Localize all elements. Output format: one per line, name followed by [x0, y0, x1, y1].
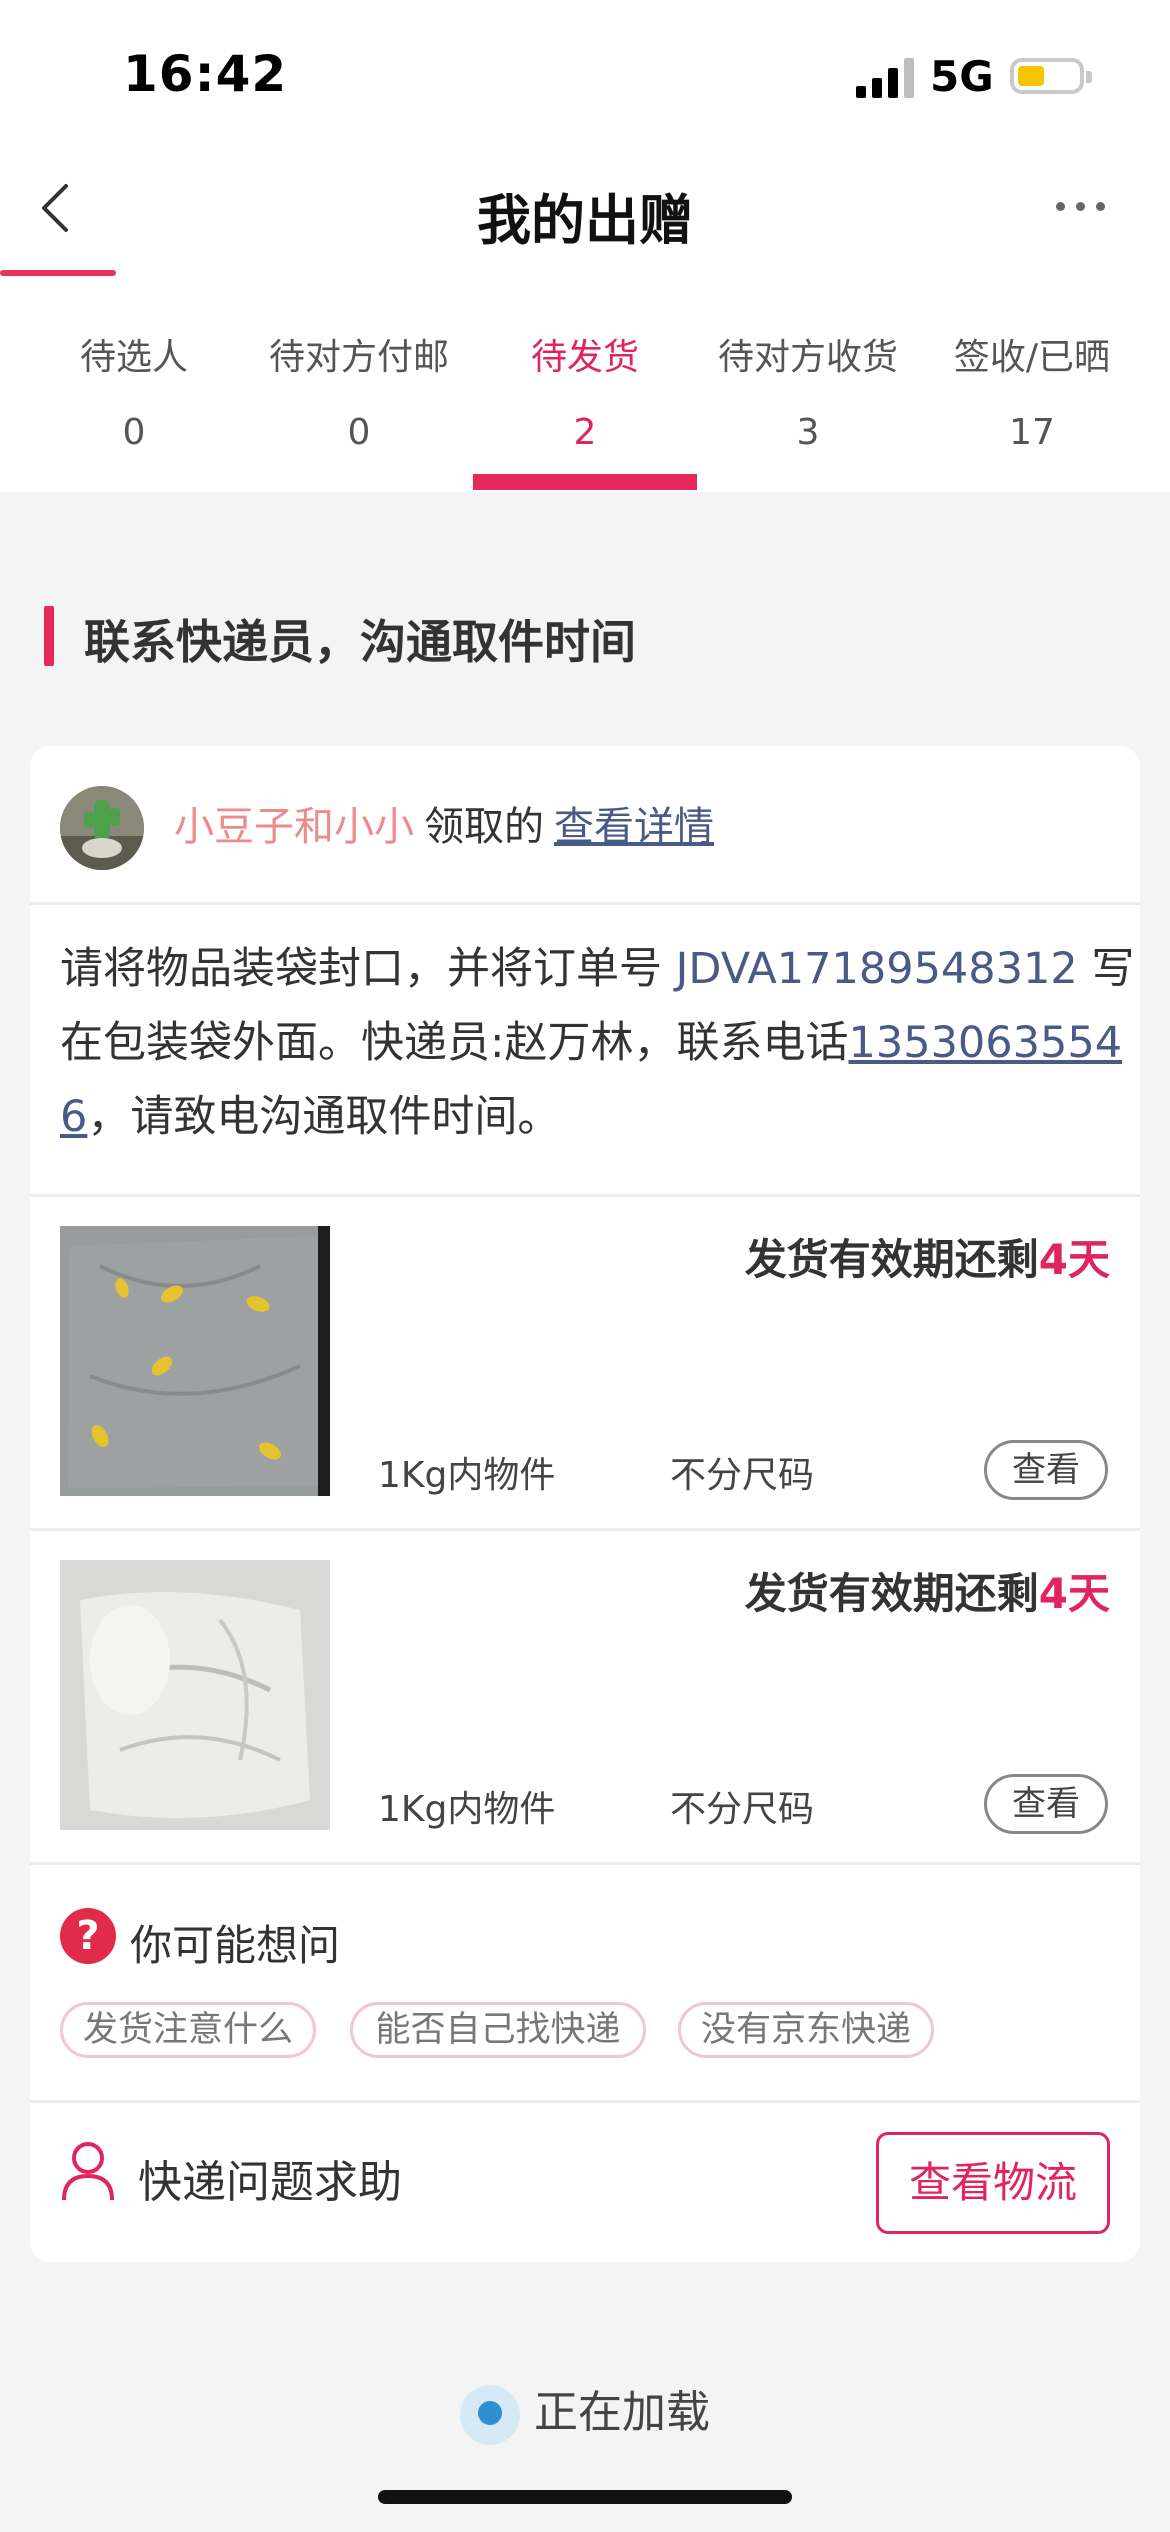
battery-icon: [1010, 58, 1092, 94]
tab-received[interactable]: 签收/已晒 17: [920, 280, 1144, 492]
shipping-deadline: 发货有效期还剩4天: [745, 1560, 1110, 1621]
item-photo[interactable]: [60, 1560, 330, 1830]
question-icon: ?: [60, 1908, 116, 1964]
tab-pending-selection[interactable]: 待选人 0: [22, 280, 246, 492]
item-size: 不分尺码: [670, 1789, 815, 1830]
item-weight: 1Kg内物件: [378, 1455, 556, 1496]
person-icon: [62, 2142, 114, 2201]
section-accent-bar: [44, 606, 54, 666]
item-size: 不分尺码: [670, 1455, 815, 1496]
deadline-days: 4天: [1038, 1569, 1110, 1618]
courier-help-link[interactable]: 快递问题求助: [138, 2146, 402, 2210]
tab-pending-postage[interactable]: 待对方付邮 0: [247, 280, 471, 492]
more-icon[interactable]: [1050, 198, 1110, 214]
signal-icon: [856, 58, 918, 98]
faq-chip-no-jd-courier[interactable]: 没有京东快递: [678, 2002, 934, 2058]
section-title: 联系快递员，沟通取件时间: [84, 615, 636, 669]
view-button[interactable]: 查看: [984, 1774, 1108, 1834]
page-title: 我的出赠: [477, 189, 693, 252]
loading-icon: [460, 2385, 520, 2445]
network-label: 5G: [930, 52, 994, 101]
view-logistics-button[interactable]: 查看物流: [876, 2132, 1110, 2234]
shipping-deadline: 发货有效期还剩4天: [745, 1226, 1110, 1287]
divider: [30, 2100, 1140, 2103]
tab-label: 待对方收货: [717, 337, 898, 378]
tab-count: 2: [573, 412, 597, 453]
avatar[interactable]: [60, 786, 144, 870]
status-tabs: 待选人 0 待对方付邮 0 待发货 2 待对方收货 3 签收/已晒 17: [0, 280, 1170, 492]
view-button[interactable]: 查看: [984, 1440, 1108, 1500]
claim-row: 小豆子和小小 领取的 查看详情: [174, 794, 714, 852]
claim-text: 领取的: [424, 804, 544, 850]
faq-title: 你可能想问: [130, 1921, 341, 1970]
tab-label: 待发货: [530, 337, 639, 378]
status-bar: 16:42 5G: [0, 0, 1170, 150]
shipping-instruction: 请将物品装袋封口，并将订单号 JDVA17189548312 写在包装袋外面。快…: [60, 932, 1140, 1154]
instruction-prefix: 请将物品装袋封口，并将订单号: [60, 944, 676, 994]
home-indicator[interactable]: [378, 2490, 792, 2504]
instruction-suffix: ，请致电沟通取件时间。: [87, 1092, 561, 1142]
tab-pending-receipt[interactable]: 待对方收货 3: [696, 280, 920, 492]
faq-chip-shipping-notes[interactable]: 发货注意什么: [60, 2002, 316, 2058]
divider: [30, 1862, 1140, 1865]
deadline-days: 4天: [1038, 1235, 1110, 1284]
tab-count: 3: [796, 412, 820, 453]
tab-pending-shipment[interactable]: 待发货 2: [473, 280, 697, 492]
deadline-label: 发货有效期还剩: [744, 1235, 1039, 1284]
tab-label: 签收/已晒: [953, 337, 1111, 378]
loading-text: 正在加载: [534, 2387, 710, 2438]
order-number: JDVA17189548312: [675, 944, 1078, 994]
deadline-label: 发货有效期还剩: [744, 1569, 1039, 1618]
nav-bar: 我的出赠: [0, 150, 1170, 280]
item-weight: 1Kg内物件: [378, 1789, 556, 1830]
divider: [30, 902, 1140, 905]
active-tab-indicator: [473, 474, 697, 490]
loading-indicator: 正在加载: [0, 2376, 1170, 2445]
view-details-link[interactable]: 查看详情: [554, 804, 714, 850]
back-underline: [0, 270, 116, 276]
item-photo[interactable]: [60, 1226, 330, 1496]
tab-count: 0: [347, 412, 371, 453]
tab-count: 0: [122, 412, 146, 453]
faq-chip-own-courier[interactable]: 能否自己找快递: [350, 2002, 646, 2058]
claimant-name[interactable]: 小豆子和小小: [174, 804, 414, 850]
status-time: 16:42: [123, 45, 288, 103]
list-item: 发货有效期还剩4天 1Kg内物件 不分尺码 查看: [30, 1530, 1140, 1864]
tab-label: 待选人: [79, 337, 188, 378]
order-card: 小豆子和小小 领取的 查看详情 请将物品装袋封口，并将订单号 JDVA1718954…: [30, 746, 1140, 2262]
tab-count: 17: [1009, 412, 1055, 453]
tab-label: 待对方付邮: [268, 337, 449, 378]
list-item: 发货有效期还剩4天 1Kg内物件 不分尺码 查看: [30, 1196, 1140, 1530]
